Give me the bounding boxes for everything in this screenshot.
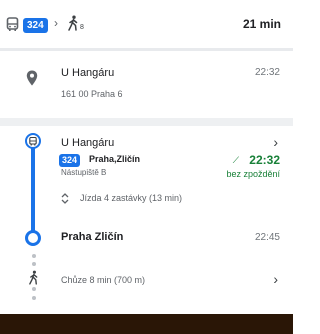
total-trip-time: 21 min: [242, 17, 281, 31]
walk-path-dot: [32, 296, 36, 300]
bus-icon: [29, 137, 37, 146]
transit-route-line: [31, 139, 35, 236]
location-pin-icon: [26, 70, 38, 86]
bus-icon: [6, 17, 19, 31]
expand-icon: [61, 193, 69, 204]
platform-label: Nástupiště B: [61, 168, 107, 177]
origin-time: 22:32: [254, 67, 280, 78]
divider: [0, 118, 293, 126]
walk-icon: [29, 270, 38, 285]
transit-destination: Praha,Zličín: [89, 154, 141, 164]
walk-path-dot: [32, 287, 36, 291]
bus-line-badge: 324: [59, 154, 81, 167]
arrival-stop-marker: [25, 230, 41, 246]
walk-path-dot: [32, 262, 36, 266]
walk-path-dot: [32, 254, 36, 258]
origin-address: 161 00 Praha 6: [61, 89, 123, 99]
walk-info: Chůze 8 min (700 m): [61, 275, 146, 285]
live-signal-icon: ⟋: [232, 155, 239, 165]
origin-name: U Hangáru: [61, 67, 115, 79]
chevron-right-icon: ›: [54, 16, 58, 30]
chevron-right-icon[interactable]: ›: [273, 134, 278, 150]
walk-icon: [68, 15, 78, 31]
bus-line-badge: 324: [23, 18, 48, 33]
walk-duration-sub: 8: [80, 24, 84, 31]
arrival-stop-name: Praha Zličín: [61, 231, 124, 243]
divider: [0, 48, 293, 51]
chevron-right-icon[interactable]: ›: [273, 271, 278, 287]
arrival-time: 22:45: [254, 232, 280, 243]
ride-info: Jízda 4 zastávky (13 min): [80, 193, 183, 203]
bottom-dark-bar: [0, 314, 293, 334]
transit-stop-name: U Hangáru: [61, 137, 115, 149]
departure-time: 22:32: [249, 153, 280, 167]
trip-summary-header[interactable]: 324 › 8 21 min: [0, 0, 293, 48]
delay-status: bez zpoždění: [226, 169, 280, 179]
